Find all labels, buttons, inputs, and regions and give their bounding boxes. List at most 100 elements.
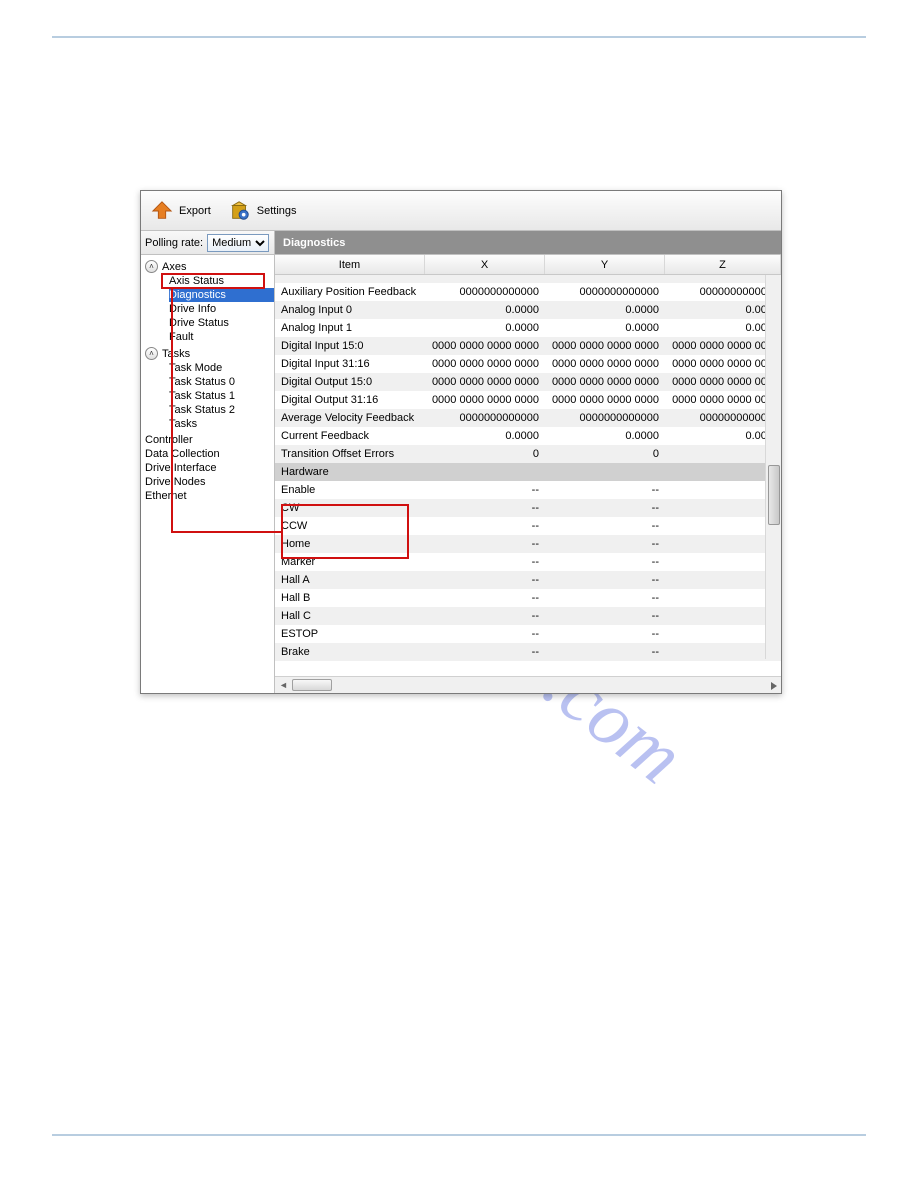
cell-item: Digital Input 15:0 bbox=[275, 340, 425, 352]
tree-item[interactable]: Task Status 0 bbox=[169, 375, 274, 389]
cell-y: 0.0000 bbox=[545, 322, 665, 334]
table-row[interactable]: Digital Output 15:00000 0000 0000 000000… bbox=[275, 373, 781, 391]
app-window: Export Settings Polling rate: SlowMedium… bbox=[140, 190, 782, 694]
table-header: Item X Y Z bbox=[275, 255, 781, 275]
tree-item[interactable]: Axis Status bbox=[169, 274, 274, 288]
vertical-scrollbar[interactable] bbox=[765, 275, 781, 659]
cell-item: Analog Input 1 bbox=[275, 322, 425, 334]
table-row[interactable]: ESTOP---- bbox=[275, 625, 781, 643]
settings-icon bbox=[229, 200, 251, 222]
table-row[interactable]: Average Velocity Feedback000000000000000… bbox=[275, 409, 781, 427]
chevron-up-icon[interactable]: ˄ bbox=[145, 347, 158, 360]
cell-y: -- bbox=[545, 538, 665, 550]
polling-select[interactable]: SlowMediumFast bbox=[207, 234, 269, 252]
table-row bbox=[275, 275, 781, 283]
table-row[interactable]: Transition Offset Errors00 bbox=[275, 445, 781, 463]
cell-y: 0000 0000 0000 0000 bbox=[545, 394, 665, 406]
table-row[interactable]: Digital Output 31:160000 0000 0000 00000… bbox=[275, 391, 781, 409]
main-area: Item X Y Z Auxiliary Position Feedback00… bbox=[275, 255, 781, 693]
table-row[interactable]: Hall B---- bbox=[275, 589, 781, 607]
table-row[interactable]: CCW---- bbox=[275, 517, 781, 535]
cell-z: 0000 0000 0000 000 bbox=[665, 358, 781, 370]
cell-y: 0000 0000 0000 0000 bbox=[545, 358, 665, 370]
cell-item: Marker bbox=[275, 556, 425, 568]
table-row[interactable]: Marker---- bbox=[275, 553, 781, 571]
cell-x: 0000 0000 0000 0000 bbox=[425, 340, 545, 352]
cell-z: 000000000000 bbox=[665, 412, 781, 424]
cell-y: 0000000000000 bbox=[545, 286, 665, 298]
tree-item[interactable]: Drive Status bbox=[169, 316, 274, 330]
tree-group-label: Axes bbox=[162, 261, 186, 273]
tree-group-axes[interactable]: ˄ Axes bbox=[145, 259, 274, 274]
table-row[interactable]: Enable---- bbox=[275, 481, 781, 499]
tree-item[interactable]: Task Status 2 bbox=[169, 403, 274, 417]
table-row[interactable]: Analog Input 10.00000.00000.000 bbox=[275, 319, 781, 337]
cell-x: 0.0000 bbox=[425, 304, 545, 316]
cell-y: -- bbox=[545, 484, 665, 496]
cell-z: 0.000 bbox=[665, 430, 781, 442]
cell-item: Enable bbox=[275, 484, 425, 496]
table-row[interactable]: Brake---- bbox=[275, 643, 781, 661]
settings-label: Settings bbox=[257, 205, 297, 217]
cell-x: 0.0000 bbox=[425, 430, 545, 442]
export-button[interactable]: Export bbox=[147, 198, 215, 224]
table-row[interactable]: Hall C---- bbox=[275, 607, 781, 625]
tree-root-item[interactable]: Drive Nodes bbox=[141, 475, 274, 489]
cell-z: 0000 0000 0000 000 bbox=[665, 376, 781, 388]
tree-root-item[interactable]: Ethernet bbox=[141, 489, 274, 503]
cell-item: Current Feedback bbox=[275, 430, 425, 442]
scroll-right-icon[interactable] bbox=[771, 682, 777, 690]
cell-x: 0 bbox=[425, 448, 545, 460]
horizontal-scrollbar[interactable]: ◄ bbox=[275, 676, 781, 693]
cell-y: -- bbox=[545, 574, 665, 586]
table-row[interactable]: Auxiliary Position Feedback0000000000000… bbox=[275, 283, 781, 301]
toolbar: Export Settings bbox=[141, 191, 781, 231]
table-row[interactable]: Home---- bbox=[275, 535, 781, 553]
column-y[interactable]: Y bbox=[545, 255, 665, 274]
cell-item: Home bbox=[275, 538, 425, 550]
settings-button[interactable]: Settings bbox=[225, 198, 301, 224]
cell-x: -- bbox=[425, 502, 545, 514]
cell-item: Hall A bbox=[275, 574, 425, 586]
cell-y: 0 bbox=[545, 448, 665, 460]
export-icon bbox=[151, 200, 173, 222]
cell-x: 0.0000 bbox=[425, 322, 545, 334]
tree-root-item[interactable]: Controller bbox=[141, 433, 274, 447]
table-row[interactable]: CW---- bbox=[275, 499, 781, 517]
cell-item: CW bbox=[275, 502, 425, 514]
table-row[interactable]: Analog Input 00.00000.00000.000 bbox=[275, 301, 781, 319]
cell-y: -- bbox=[545, 520, 665, 532]
tree-item[interactable]: Task Mode bbox=[169, 361, 274, 375]
tree-item[interactable]: Drive Info bbox=[169, 302, 274, 316]
tree-group-tasks[interactable]: ˄Tasks bbox=[145, 346, 274, 361]
cell-item: Brake bbox=[275, 646, 425, 658]
table-row[interactable]: Current Feedback0.00000.00000.000 bbox=[275, 427, 781, 445]
cell-x: 0000 0000 0000 0000 bbox=[425, 394, 545, 406]
tree-root-item[interactable]: Data Collection bbox=[141, 447, 274, 461]
tree-item[interactable]: Task Status 1 bbox=[169, 389, 274, 403]
table-row[interactable]: Digital Input 15:00000 0000 0000 0000000… bbox=[275, 337, 781, 355]
table-row[interactable]: Hall A---- bbox=[275, 571, 781, 589]
table-row[interactable]: Digital Input 31:160000 0000 0000 000000… bbox=[275, 355, 781, 373]
vertical-scroll-thumb[interactable] bbox=[768, 465, 780, 525]
cell-x: -- bbox=[425, 520, 545, 532]
panel-title: Diagnostics bbox=[275, 231, 781, 254]
cell-y: 0.0000 bbox=[545, 304, 665, 316]
cell-x: 0000000000000 bbox=[425, 286, 545, 298]
sidebar: ˄AxesAxis StatusDiagnosticsDrive InfoDri… bbox=[141, 255, 275, 693]
cell-x: -- bbox=[425, 628, 545, 640]
cell-y: -- bbox=[545, 628, 665, 640]
column-x[interactable]: X bbox=[425, 255, 545, 274]
horizontal-scroll-thumb[interactable] bbox=[292, 679, 332, 691]
tree-item[interactable]: Tasks bbox=[169, 417, 274, 431]
column-z[interactable]: Z bbox=[665, 255, 781, 274]
tree-root-item[interactable]: Drive Interface bbox=[141, 461, 274, 475]
cell-y: -- bbox=[545, 556, 665, 568]
cell-x: -- bbox=[425, 592, 545, 604]
tree-item[interactable]: Fault bbox=[169, 330, 274, 344]
tree-item[interactable]: Diagnostics bbox=[169, 288, 274, 302]
chevron-up-icon[interactable]: ˄ bbox=[145, 260, 158, 273]
cell-x: -- bbox=[425, 646, 545, 658]
column-item[interactable]: Item bbox=[275, 255, 425, 274]
cell-y: -- bbox=[545, 610, 665, 622]
